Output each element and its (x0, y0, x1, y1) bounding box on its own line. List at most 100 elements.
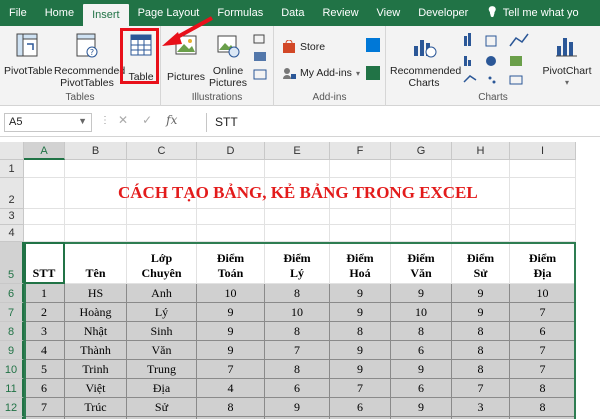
bing-icon[interactable] (366, 38, 380, 52)
row-header-8[interactable]: 8 (0, 322, 24, 341)
pivotchart-button[interactable]: PivotChart ▾ (538, 32, 596, 89)
cell[interactable] (452, 225, 510, 242)
cell[interactable] (330, 209, 391, 225)
column-header-e[interactable]: E (265, 142, 330, 160)
table-cell[interactable]: 9 (330, 360, 391, 379)
table-cell[interactable]: 3 (452, 398, 510, 417)
table-cell[interactable]: 9 (197, 303, 265, 322)
table-header-cell[interactable]: Điểm Hoá (330, 242, 391, 284)
table-cell[interactable]: 9 (197, 322, 265, 341)
table-cell[interactable]: 8 (510, 379, 576, 398)
cell[interactable] (127, 225, 197, 242)
table-cell[interactable]: 10 (265, 303, 330, 322)
cell[interactable] (24, 209, 65, 225)
cancel-icon[interactable]: ✕ (118, 113, 128, 127)
table-cell[interactable]: 9 (391, 398, 452, 417)
table-cell[interactable]: 9 (452, 303, 510, 322)
table-cell[interactable]: 9 (330, 284, 391, 303)
column-header-g[interactable]: G (391, 142, 452, 160)
table-header-cell[interactable]: Điểm Địa (510, 242, 576, 284)
table-cell[interactable]: 7 (510, 341, 576, 360)
shapes-button[interactable] (251, 32, 271, 91)
table-cell[interactable]: Sử (127, 398, 197, 417)
row-header-6[interactable]: 6 (0, 284, 24, 303)
cell[interactable] (65, 160, 127, 178)
recommended-charts-button[interactable]: Recommended Charts (390, 32, 461, 89)
formula-input[interactable]: STT (206, 113, 598, 132)
table-header-cell[interactable]: Lớp Chuyên (127, 242, 197, 284)
table-cell[interactable]: 5 (24, 360, 65, 379)
table-cell[interactable]: 9 (391, 284, 452, 303)
table-header-cell[interactable]: Tên (65, 242, 127, 284)
cell[interactable] (197, 225, 265, 242)
table-cell[interactable]: 9 (391, 360, 452, 379)
table-header-cell[interactable]: Điểm Sử (452, 242, 510, 284)
cell[interactable] (452, 209, 510, 225)
recommended-pivottables-button[interactable]: ? Recommended PivotTables (54, 32, 125, 89)
table-cell[interactable]: 8 (510, 398, 576, 417)
store-button[interactable]: Store (282, 40, 325, 54)
table-header-cell[interactable]: Điểm Toán (197, 242, 265, 284)
more-options-icon[interactable]: ⋮ (100, 115, 111, 126)
name-box[interactable]: A5 ▼ (4, 113, 92, 132)
cell[interactable] (510, 225, 576, 242)
pivottable-button[interactable]: PivotTable (4, 32, 52, 77)
table-header-cell[interactable]: STT (24, 242, 65, 284)
table-cell[interactable]: 8 (330, 322, 391, 341)
cell[interactable] (65, 225, 127, 242)
cell[interactable] (265, 160, 330, 178)
row-header-9[interactable]: 9 (0, 341, 24, 360)
cell[interactable] (391, 160, 452, 178)
cell[interactable] (127, 160, 197, 178)
tab-data[interactable]: Data (272, 0, 313, 26)
row-header-10[interactable]: 10 (0, 360, 24, 379)
tab-file[interactable]: File (0, 0, 36, 26)
table-cell[interactable]: 7 (24, 398, 65, 417)
table-cell[interactable]: 6 (391, 341, 452, 360)
table-cell[interactable]: Hoàng (65, 303, 127, 322)
table-cell[interactable]: 8 (197, 398, 265, 417)
table-cell[interactable]: 2 (24, 303, 65, 322)
cell[interactable] (127, 209, 197, 225)
table-cell[interactable]: 7 (452, 379, 510, 398)
table-cell[interactable]: 6 (510, 322, 576, 341)
table-cell[interactable]: 9 (452, 284, 510, 303)
cell[interactable] (24, 178, 65, 209)
table-cell[interactable]: 4 (197, 379, 265, 398)
cell[interactable] (510, 178, 576, 209)
cell[interactable] (330, 160, 391, 178)
column-header-a[interactable]: A (24, 142, 65, 160)
cell[interactable] (510, 160, 576, 178)
tab-review[interactable]: Review (313, 0, 367, 26)
table-header-cell[interactable]: Điểm Văn (391, 242, 452, 284)
table-cell[interactable]: 9 (197, 341, 265, 360)
table-cell[interactable]: 6 (391, 379, 452, 398)
table-cell[interactable]: 8 (265, 360, 330, 379)
table-cell[interactable]: 7 (197, 360, 265, 379)
table-cell[interactable]: 8 (265, 284, 330, 303)
table-cell[interactable]: Thành (65, 341, 127, 360)
row-header-2[interactable]: 2 (0, 178, 24, 209)
enter-icon[interactable]: ✓ (142, 113, 152, 127)
table-button[interactable]: Table (124, 32, 158, 83)
tell-me-box[interactable]: 💡 Tell me what yo (477, 0, 587, 26)
row-header-4[interactable]: 4 (0, 225, 24, 242)
cell[interactable] (510, 209, 576, 225)
table-cell[interactable]: 9 (330, 341, 391, 360)
table-cell[interactable]: Trinh (65, 360, 127, 379)
cell[interactable] (391, 209, 452, 225)
table-cell[interactable]: 8 (452, 360, 510, 379)
table-cell[interactable]: 9 (265, 398, 330, 417)
table-cell[interactable]: 9 (330, 303, 391, 322)
table-cell[interactable]: 6 (24, 379, 65, 398)
select-all-corner[interactable] (0, 142, 24, 160)
table-cell[interactable]: 8 (452, 322, 510, 341)
cell[interactable] (265, 209, 330, 225)
people-graph-icon[interactable] (366, 66, 380, 80)
table-cell[interactable]: 7 (510, 360, 576, 379)
table-cell[interactable]: Anh (127, 284, 197, 303)
chart-type-icons[interactable] (462, 32, 538, 90)
tab-view[interactable]: View (368, 0, 410, 26)
table-cell[interactable]: 10 (197, 284, 265, 303)
row-header-12[interactable]: 12 (0, 398, 24, 417)
